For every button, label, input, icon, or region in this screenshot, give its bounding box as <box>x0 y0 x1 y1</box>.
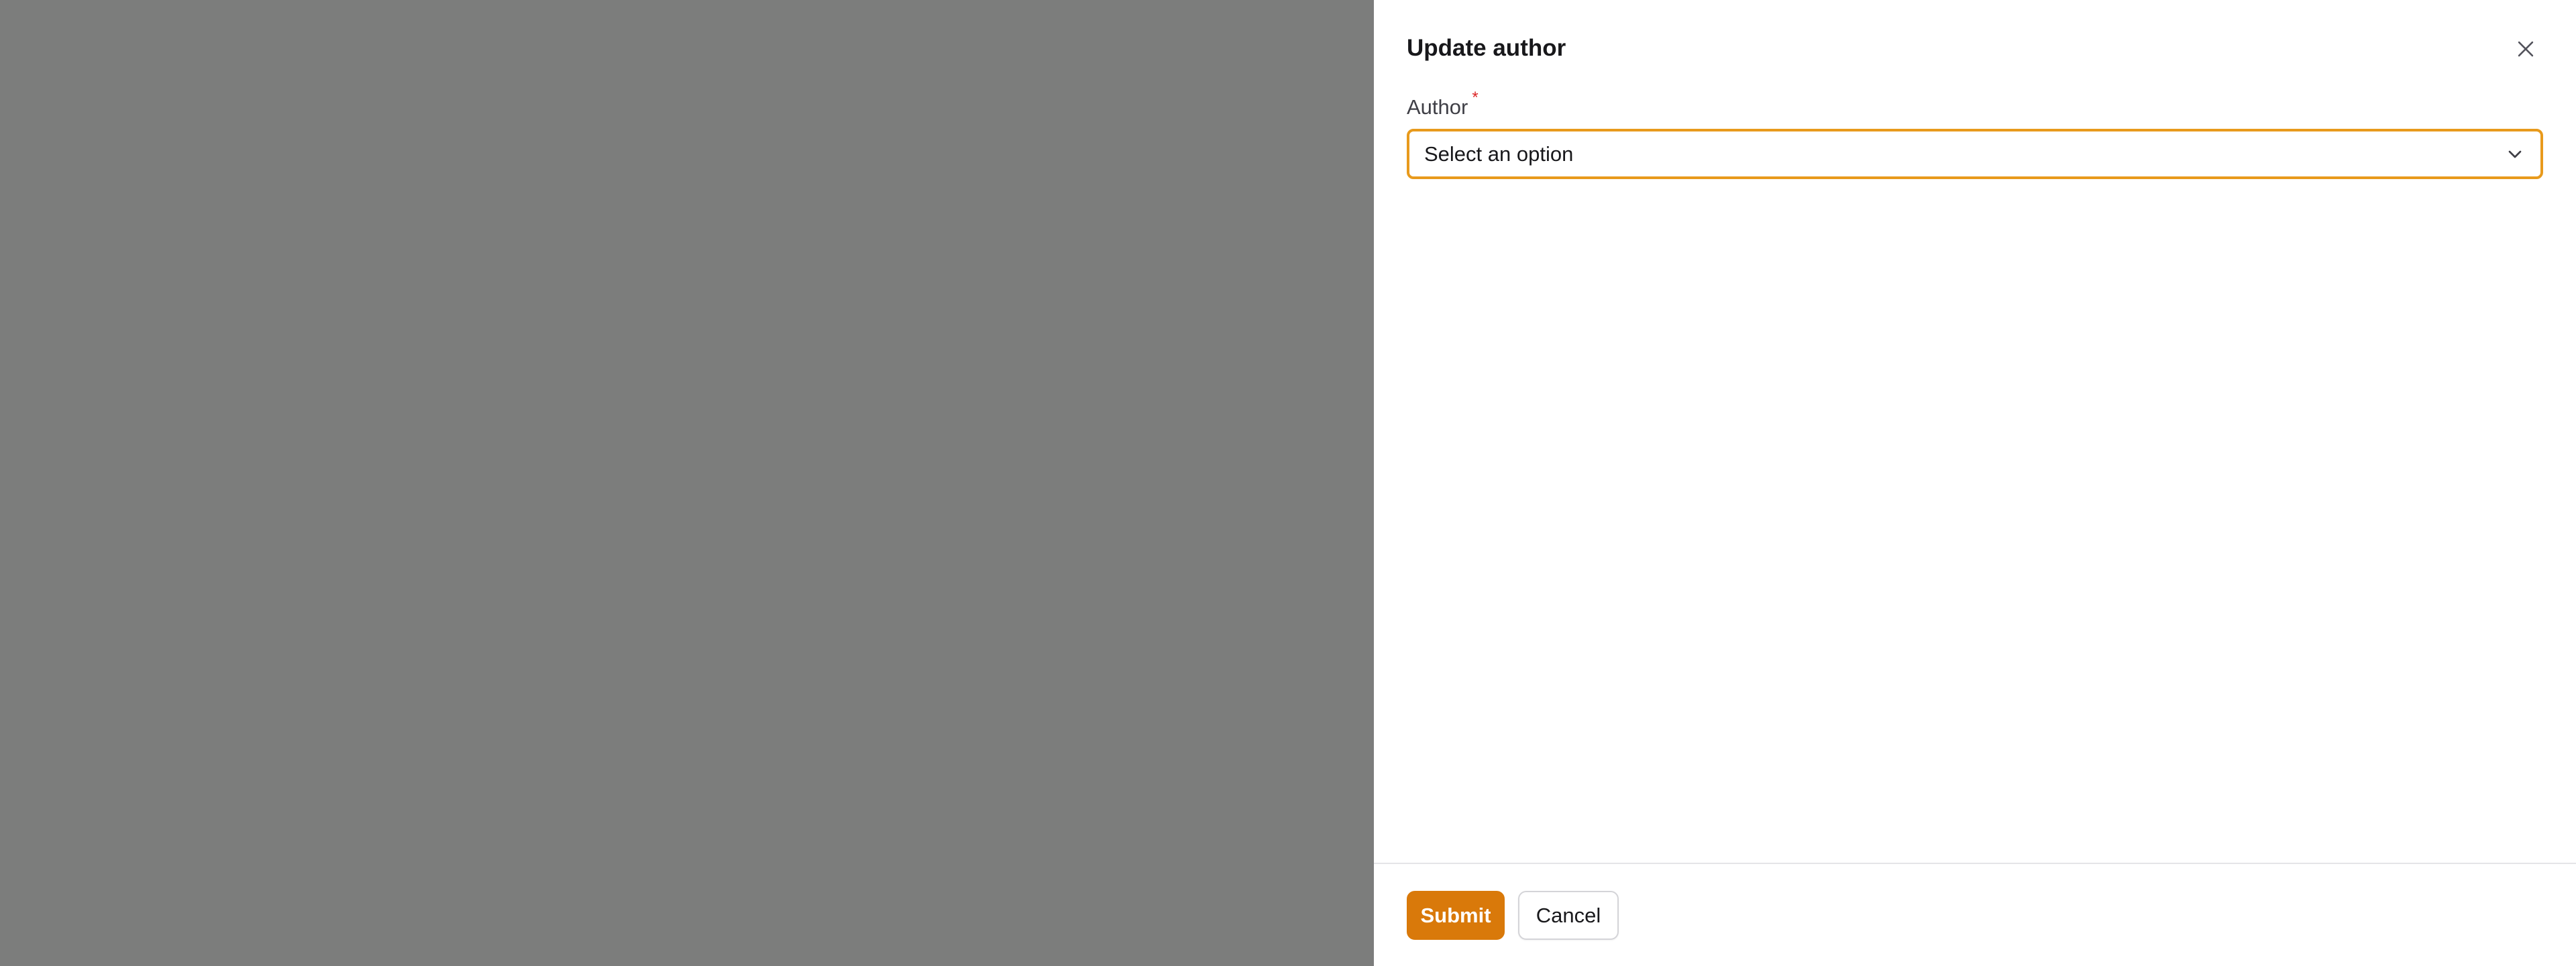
close-icon <box>2518 41 2534 57</box>
submit-button[interactable]: Submit <box>1407 891 1505 940</box>
author-label-row: Author * <box>1407 89 2543 125</box>
panel-footer: Submit Cancel <box>1374 863 2576 966</box>
author-field: Author * Select an option <box>1407 89 2543 179</box>
chevron-down-icon <box>2508 150 2522 158</box>
author-select[interactable]: Select an option <box>1407 129 2543 179</box>
author-label: Author <box>1407 95 1468 119</box>
update-author-panel: Update author Author * Select an option S… <box>1374 0 2576 966</box>
modal-backdrop[interactable] <box>0 0 1374 966</box>
panel-title: Update author <box>1407 35 1566 61</box>
close-button[interactable] <box>2508 32 2543 66</box>
panel-header: Update author <box>1407 32 2543 66</box>
cancel-button[interactable]: Cancel <box>1518 891 1619 940</box>
required-marker: * <box>1472 89 1479 107</box>
author-select-value: Select an option <box>1424 142 1574 166</box>
